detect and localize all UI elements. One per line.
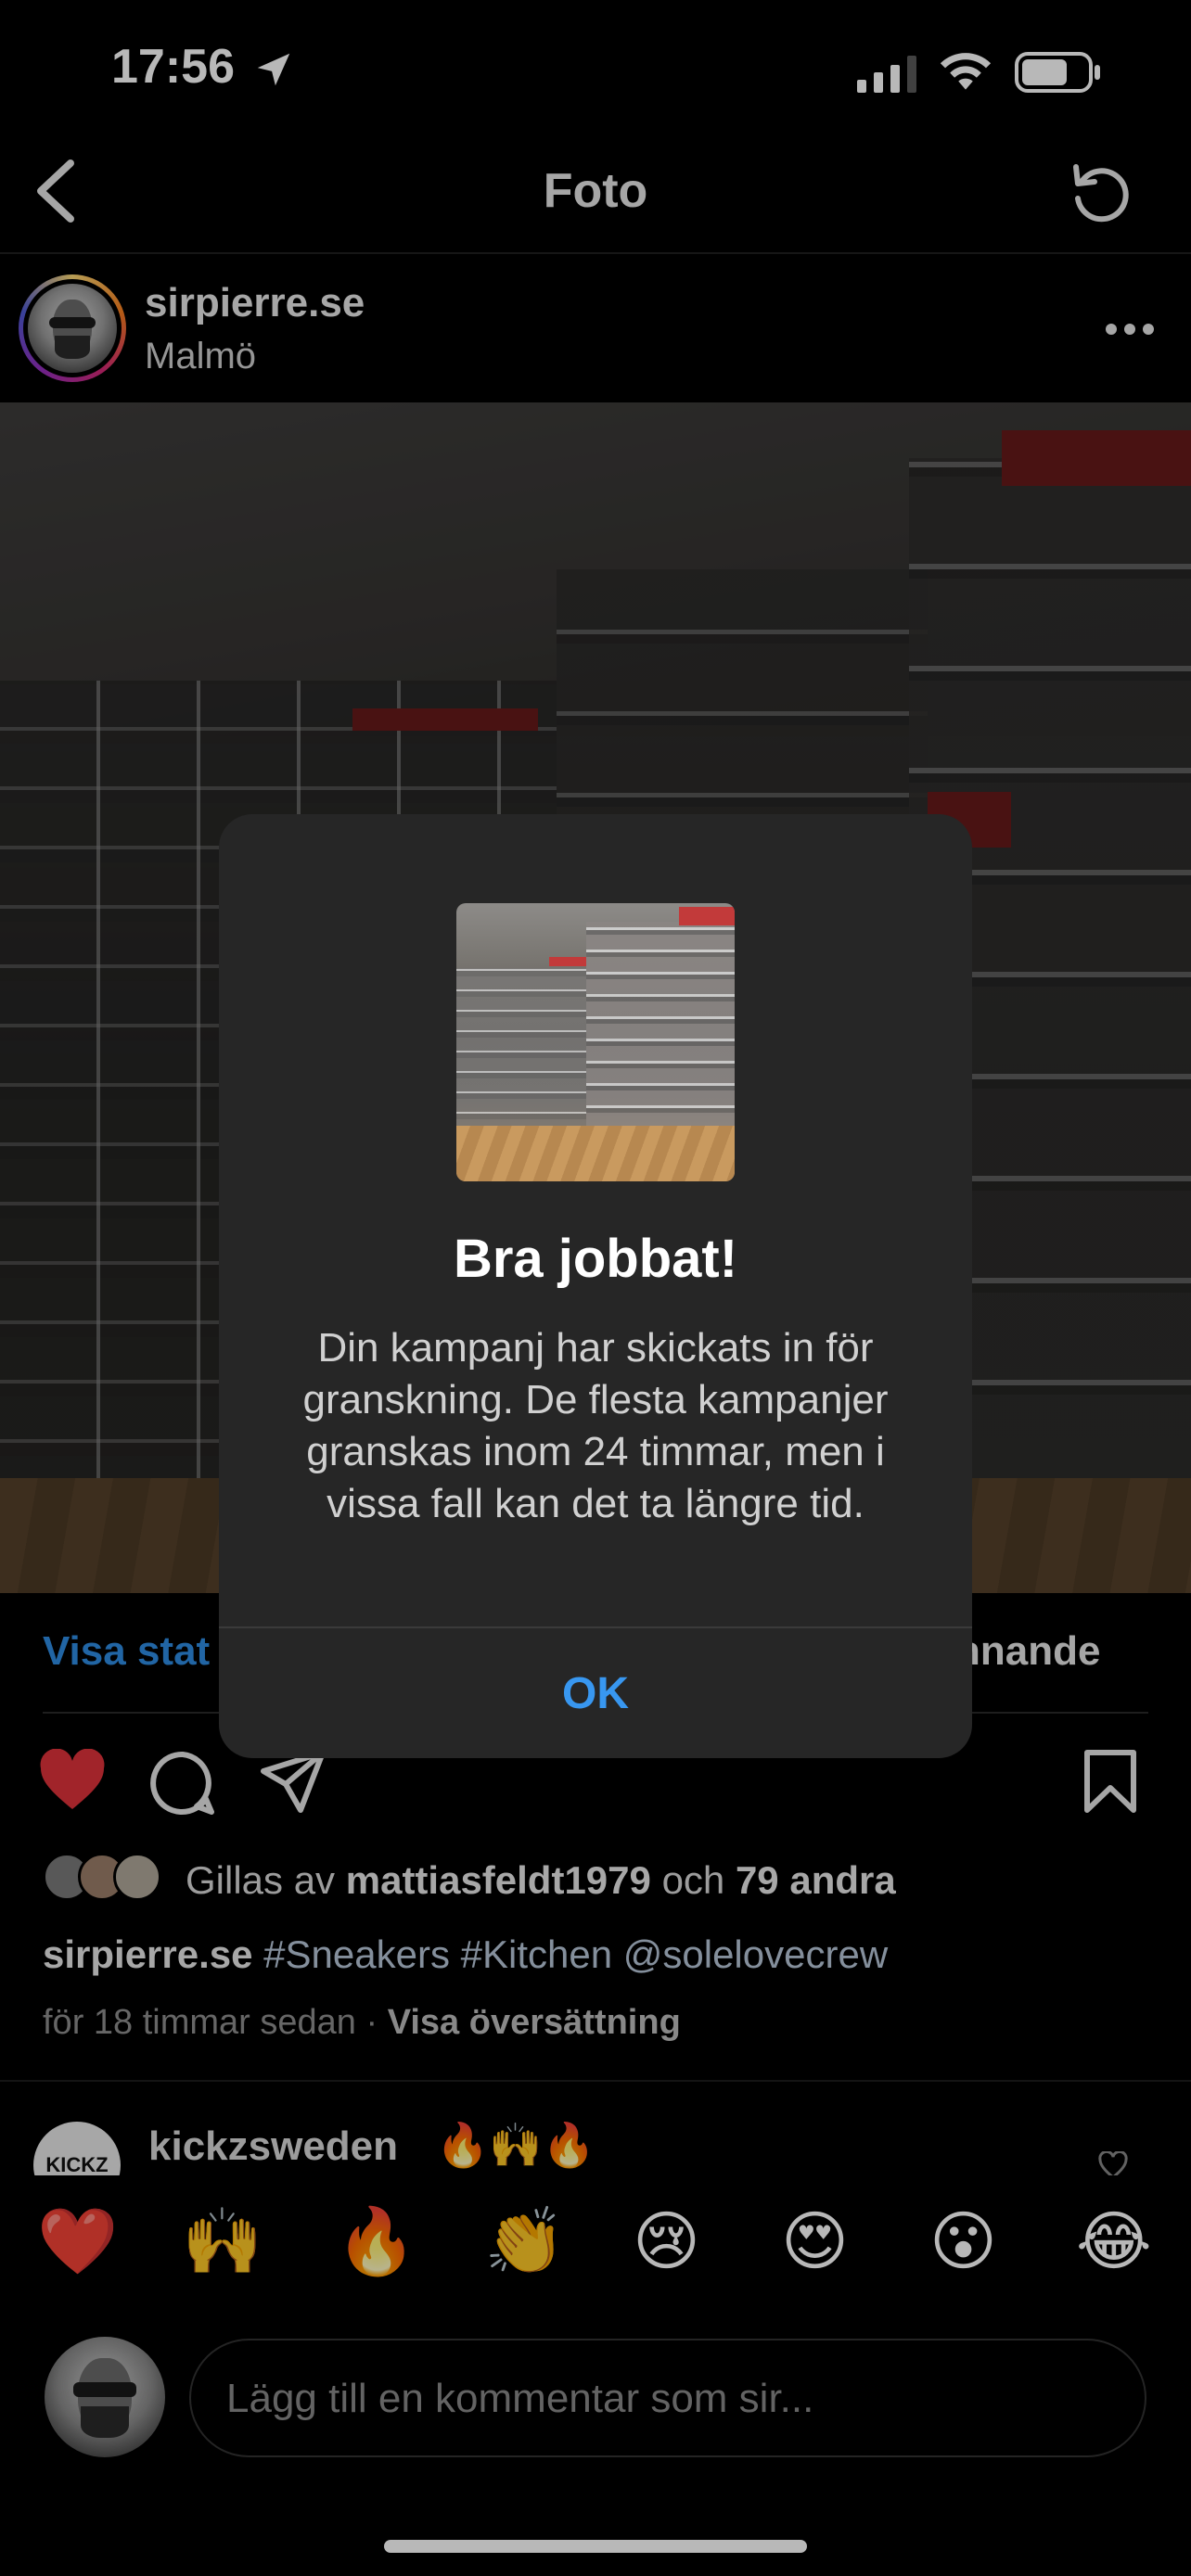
ok-button[interactable]: OK — [219, 1628, 972, 1758]
dialog-title: Bra jobbat! — [453, 1229, 738, 1289]
success-dialog: Bra jobbat! Din kampanj har skickats in … — [219, 814, 972, 1758]
dialog-message: Din kampanj har skickats in för granskni… — [302, 1325, 889, 1526]
promotion-thumbnail — [456, 903, 735, 1181]
